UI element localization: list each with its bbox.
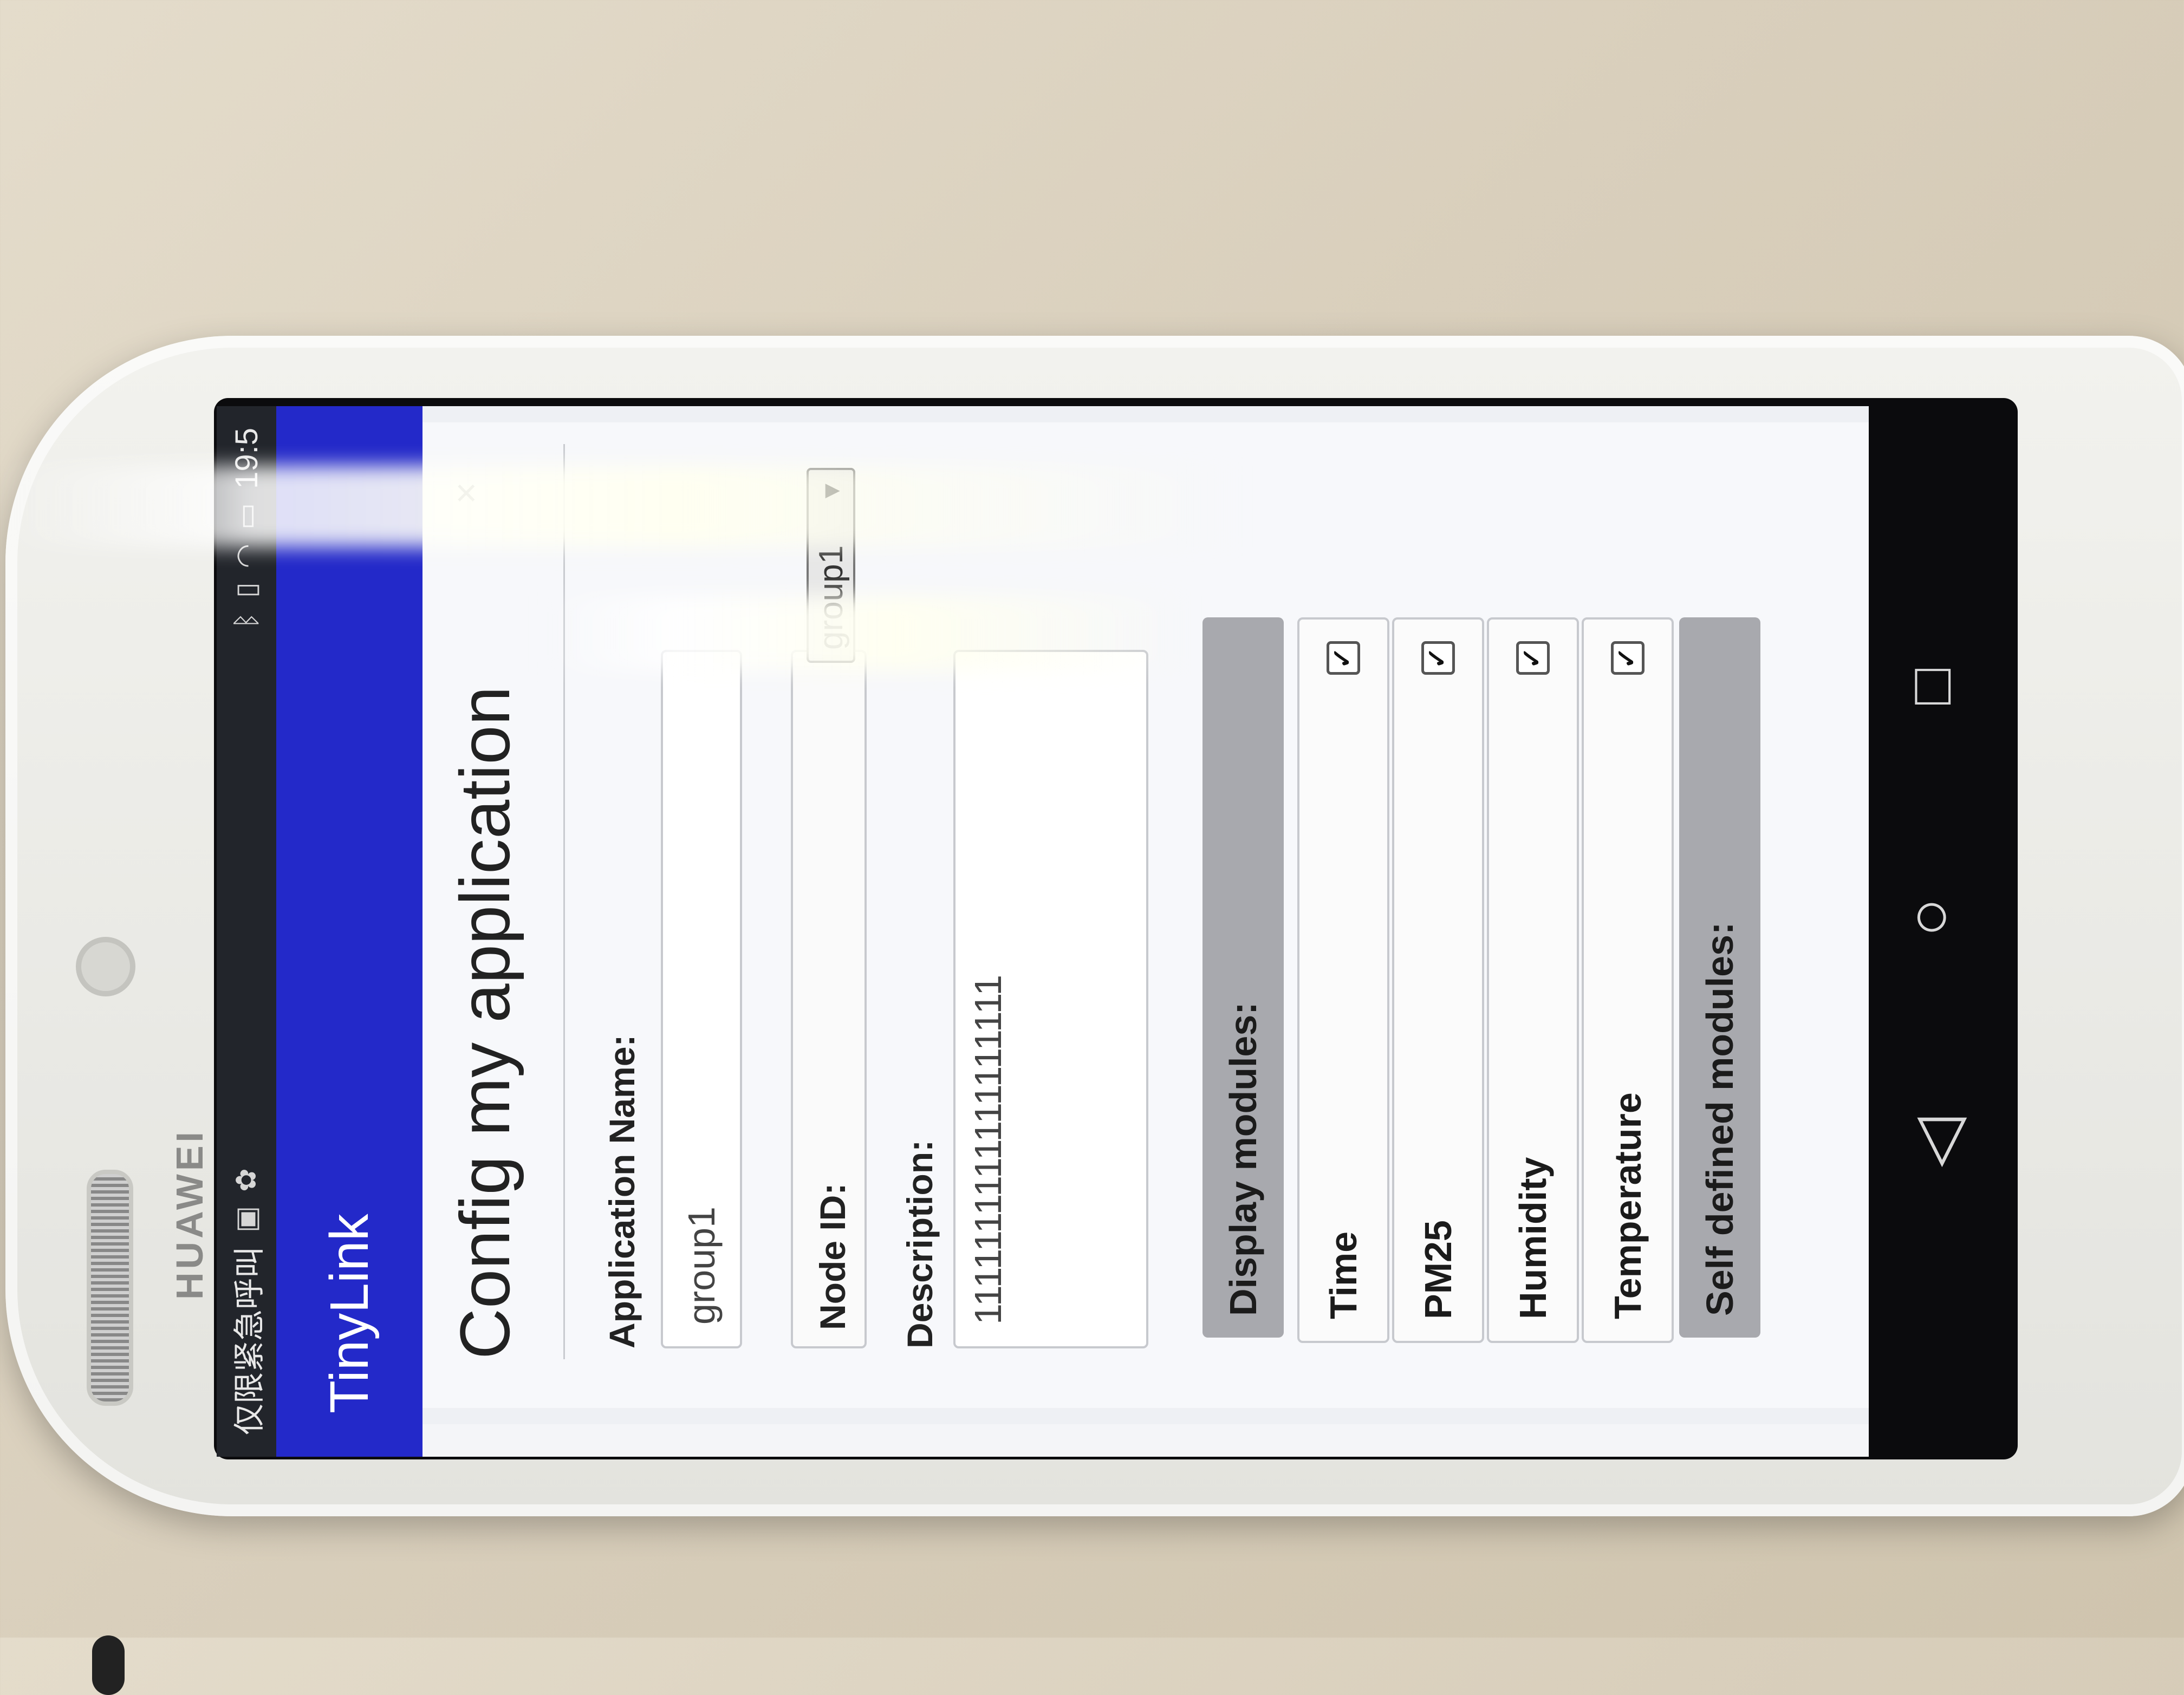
wifi-icon: ◠ xyxy=(231,544,262,569)
description-textarea[interactable]: 1111111111111111111 xyxy=(953,650,1148,1348)
app-screen: 仅限紧急呼叫 ▣ ✿ ᛒ ▯ ◠ ▭ 19:5 TinyLink Config … xyxy=(217,406,1869,1457)
brand-logo: HUAWEI xyxy=(168,1129,211,1300)
back-icon[interactable]: ◁ xyxy=(1900,1117,1975,1167)
checkbox-humidity[interactable]: ✓ xyxy=(1516,641,1550,675)
dropdown-arrow-icon: ▼ xyxy=(817,479,845,504)
display-modules-label: Display modules: xyxy=(1222,1002,1264,1316)
recents-icon[interactable]: □ xyxy=(1915,650,1951,719)
close-icon[interactable]: × xyxy=(444,482,487,504)
application-name-input[interactable]: group1 xyxy=(661,650,742,1348)
title-divider xyxy=(563,444,565,1359)
checkbox-time[interactable]: ✓ xyxy=(1327,641,1360,675)
node-id-select[interactable]: group1 ▼ xyxy=(807,468,855,663)
display-modules-header: Display modules: xyxy=(1202,617,1284,1338)
vibrate-icon: ▯ xyxy=(231,582,262,598)
carrier-status-text: 仅限紧急呼叫 xyxy=(232,1246,267,1435)
earpiece-speaker xyxy=(87,1170,133,1406)
module-row-time[interactable]: Time ✓ xyxy=(1297,617,1389,1343)
module-row-temperature[interactable]: Temperature ✓ xyxy=(1582,617,1674,1343)
module-row-humidity[interactable]: Humidity ✓ xyxy=(1487,617,1579,1343)
dialog-backdrop: Config my application × Application Name… xyxy=(422,406,1869,1424)
node-id-label: Node ID: xyxy=(812,1183,853,1330)
module-row-pm25[interactable]: PM25 ✓ xyxy=(1392,617,1484,1343)
home-icon[interactable]: ○ xyxy=(1912,877,1951,952)
dialog-title: Config my application xyxy=(445,686,524,1359)
status-bar: 仅限紧急呼叫 ▣ ✿ ᛒ ▯ ◠ ▭ 19:5 xyxy=(217,406,276,1457)
node-id-row: Node ID: group1 ▼ xyxy=(791,468,867,1348)
self-defined-modules-header: Self defined modules: xyxy=(1679,617,1760,1338)
config-dialog: Config my application × Application Name… xyxy=(422,422,1869,1408)
module-label: Time xyxy=(1322,1231,1364,1319)
module-label: PM25 xyxy=(1417,1220,1459,1319)
bluetooth-icon: ᛒ xyxy=(231,612,262,629)
application-name-label: Application Name: xyxy=(602,1034,642,1348)
battery-icon: ▭ xyxy=(231,503,262,530)
front-camera xyxy=(76,937,135,996)
module-label: Temperature xyxy=(1607,1092,1649,1319)
node-id-selected: group1 xyxy=(812,545,850,650)
status-time: 19:5 xyxy=(229,428,264,489)
application-name-value: group1 xyxy=(680,1207,723,1325)
checkbox-temperature[interactable]: ✓ xyxy=(1611,641,1644,675)
description-value: 1111111111111111111 xyxy=(967,974,1009,1325)
checkbox-pm25[interactable]: ✓ xyxy=(1421,641,1455,675)
nav-bar: ◁ ○ □ xyxy=(1885,412,2010,1440)
sim-icon: ▣ xyxy=(231,1205,262,1233)
app-title: TinyLink xyxy=(318,1214,380,1413)
description-label: Description: xyxy=(900,1139,940,1348)
proximity-sensor xyxy=(92,1635,125,1695)
notification-icon: ✿ xyxy=(231,1168,262,1192)
app-bar: TinyLink xyxy=(276,406,422,1457)
self-defined-modules-label: Self defined modules: xyxy=(1699,922,1741,1316)
module-label: Humidity xyxy=(1512,1157,1554,1319)
